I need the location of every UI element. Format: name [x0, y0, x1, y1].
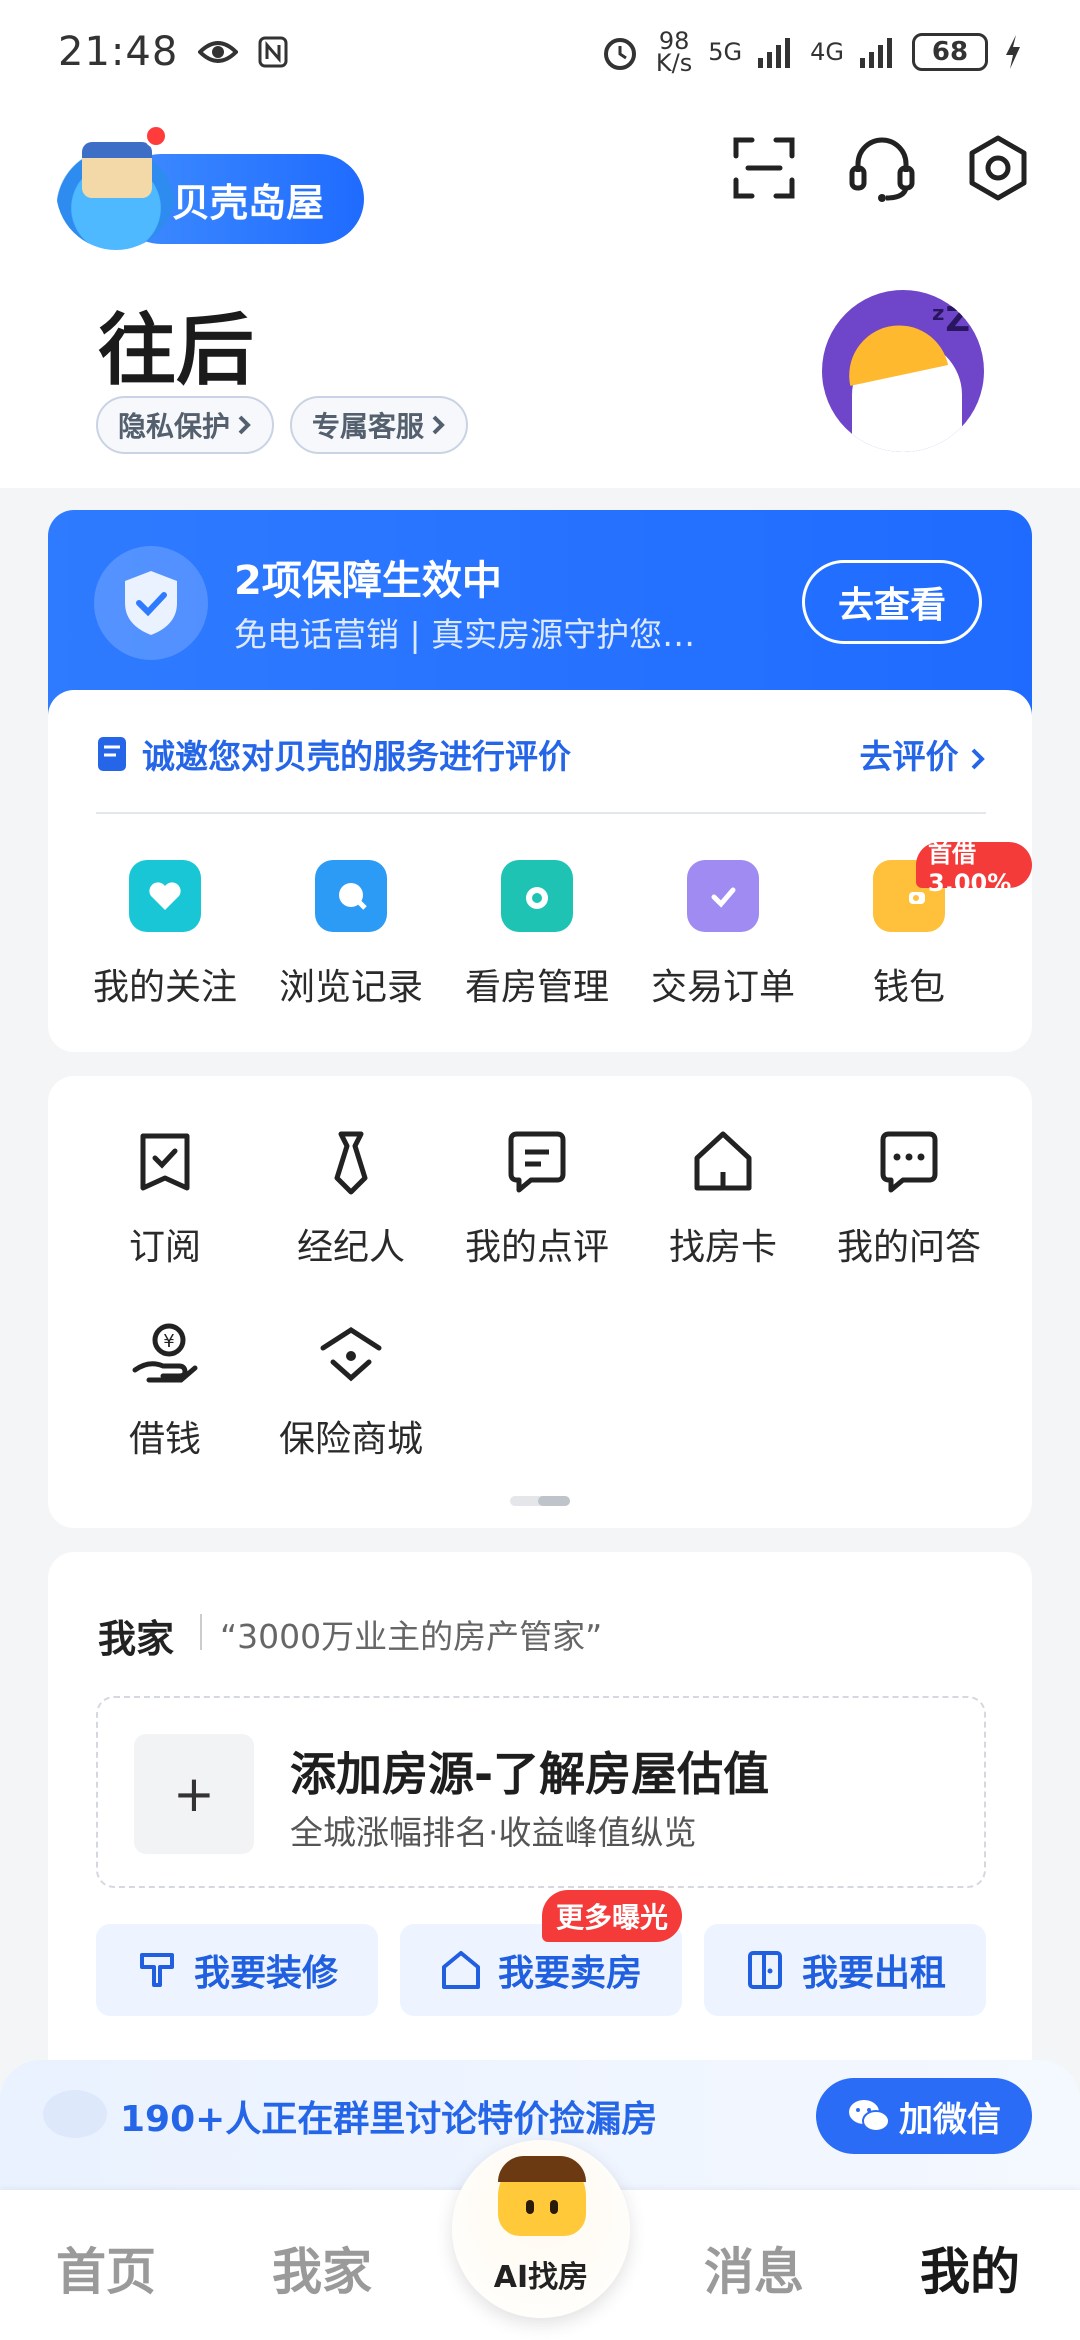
service-card: 诚邀您对贝壳的服务进行评价 去评价 我的关注 浏览记录 看房管理 交易订单 钱包…: [48, 690, 1032, 1052]
house-icon: [441, 1951, 480, 1989]
agent-item[interactable]: 经纪人: [258, 1126, 444, 1270]
service-grid: 我的关注 浏览记录 看房管理 交易订单 钱包: [48, 860, 1032, 1010]
user-name[interactable]: 往后: [98, 288, 254, 400]
loan-rate-badge: 首借3.00%: [916, 840, 1032, 897]
ai-mascot-icon: [498, 2156, 586, 2236]
borrow-money-icon: ¥: [132, 1323, 198, 1383]
privacy-protection-chip[interactable]: 隐私保护: [96, 396, 275, 454]
insurance-mall-item[interactable]: 保险商城: [258, 1318, 444, 1462]
charging-icon: [1006, 35, 1020, 69]
house-logo-icon: [82, 142, 152, 198]
signal-4g: 4G: [810, 38, 844, 66]
check-clipboard-icon: [687, 860, 759, 932]
subscribe-item[interactable]: 订阅: [72, 1126, 258, 1270]
sleep-zz-icon: ᶻZ: [931, 300, 970, 340]
borrow-money-item[interactable]: ¥ 借钱: [72, 1318, 258, 1462]
qa-bubble-icon: [880, 1131, 938, 1193]
chevron-right-icon: [971, 748, 985, 769]
divider: [96, 812, 986, 814]
alarm-icon: [603, 38, 636, 70]
paint-brush-icon: [139, 1953, 174, 1987]
subscribe-icon: [140, 1133, 190, 1191]
my-home-card: 我家 “3000万业主的房产管家” + 添加房源-了解房屋估值 全城涨幅排名·收…: [48, 1552, 1032, 2082]
status-time: 21:48: [58, 29, 179, 75]
notification-dot: [144, 124, 168, 148]
view-protection-button[interactable]: 去查看: [802, 560, 982, 644]
signal-icon-2: [860, 38, 892, 68]
my-comments-item[interactable]: 我的点评: [444, 1126, 630, 1270]
review-invite-row[interactable]: 诚邀您对贝壳的服务进行评价 去评价: [96, 730, 986, 778]
chevron-right-icon: [432, 415, 445, 435]
scan-icon[interactable]: [728, 132, 800, 204]
viewing-management-item[interactable]: 看房管理: [444, 860, 630, 1010]
status-bar: 21:48 98 K/s 5G 4G 68: [0, 0, 1080, 104]
page-indicator: [510, 1496, 570, 1506]
rent-out-button[interactable]: 我要出租: [704, 1924, 986, 2016]
signal-5g: 5G: [708, 38, 743, 66]
agent-tie-icon: [334, 1131, 368, 1195]
comment-icon: [508, 1131, 566, 1193]
browse-history-item[interactable]: 浏览记录: [258, 860, 444, 1010]
add-wechat-button[interactable]: 加微信: [816, 2078, 1032, 2154]
more-exposure-badge: 更多曝光: [542, 1890, 683, 1942]
settings-icon[interactable]: [962, 132, 1034, 204]
plus-icon: +: [134, 1734, 254, 1854]
customer-service-icon[interactable]: [846, 132, 918, 204]
review-invite-text: 诚邀您对贝壳的服务进行评价: [142, 737, 571, 776]
wechat-icon: [849, 2100, 890, 2132]
tab-my-home[interactable]: 我家: [272, 2232, 372, 2304]
trade-orders-item[interactable]: 交易订单: [630, 860, 816, 1010]
divider: [200, 1614, 202, 1650]
protection-title: 2项保障生效中: [234, 558, 502, 604]
svg-text:¥: ¥: [163, 1331, 174, 1352]
tab-messages[interactable]: 消息: [704, 2232, 804, 2304]
shield-icon: [94, 546, 208, 660]
heart-folder-icon: [129, 860, 201, 932]
net-speed: 98 K/s: [655, 27, 693, 77]
eye-folder-icon: [501, 860, 573, 932]
protection-subtitle: 免电话营销 | 真实房源守护您…: [234, 615, 696, 654]
add-property-subtitle: 全城涨幅排名·收益峰值纵览: [290, 1813, 697, 1852]
my-follows-item[interactable]: 我的关注: [72, 860, 258, 1010]
eye-icon: [198, 41, 239, 63]
chat-bubble-icon: [43, 2090, 107, 2138]
add-property-box[interactable]: + 添加房源-了解房屋估值 全城涨幅排名·收益峰值纵览: [96, 1696, 986, 1888]
signal-icon: [758, 38, 791, 68]
home-quote: “3000万业主的房产管家”: [220, 1617, 603, 1656]
renovation-button[interactable]: 我要装修: [96, 1924, 378, 2016]
tab-mine[interactable]: 我的: [920, 2232, 1020, 2304]
ai-find-house-button[interactable]: AI找房: [452, 2140, 630, 2318]
tools-card: 订阅 经纪人 我的点评 找房卡 我的问答 ¥ 借钱 保险商城: [48, 1076, 1032, 1528]
tab-home[interactable]: 首页: [56, 2232, 156, 2304]
profile-header: 贝壳岛屋 往后 隐私保护 专属客服 ᶻZ: [0, 104, 1080, 488]
review-doc-icon: [98, 737, 126, 771]
home-section-title: 我家: [98, 1617, 175, 1661]
go-review-link[interactable]: 去评价: [860, 730, 987, 778]
house-card-icon: [694, 1131, 752, 1191]
brand-logo[interactable]: 贝壳岛屋: [56, 124, 366, 254]
battery-indicator: 68: [912, 33, 988, 71]
search-bubble-icon: [315, 860, 387, 932]
door-icon: [747, 1951, 782, 1989]
my-qa-item[interactable]: 我的问答: [816, 1126, 1002, 1270]
exclusive-service-chip[interactable]: 专属客服: [290, 396, 469, 454]
insurance-icon: [320, 1327, 382, 1382]
group-chat-text: 190+人正在群里讨论特价捡漏房: [120, 2099, 658, 2140]
nfc-icon: [258, 36, 288, 68]
chevron-right-icon: [238, 415, 251, 435]
house-card-item[interactable]: 找房卡: [630, 1126, 816, 1270]
add-property-title: 添加房源-了解房屋估值: [290, 1747, 770, 1801]
avatar[interactable]: ᶻZ: [822, 290, 984, 452]
